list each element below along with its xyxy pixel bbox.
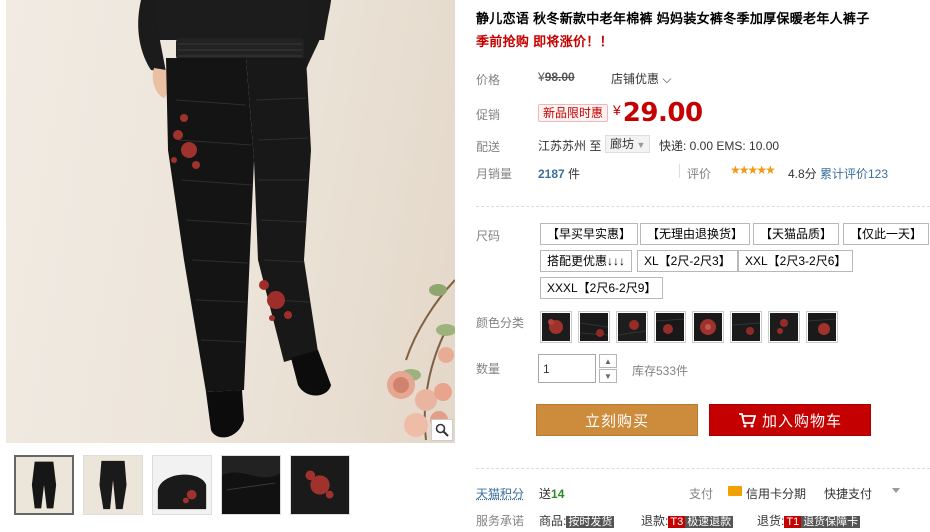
quantity-increase-button[interactable]: ▲	[599, 354, 617, 368]
service-tag: 极速退款	[685, 516, 734, 528]
color-swatch[interactable]	[616, 311, 648, 343]
chevron-down-icon: ⌵	[659, 72, 672, 86]
quantity-input[interactable]	[538, 354, 596, 383]
product-subtitle: 季前抢购 即将涨价！！	[476, 34, 613, 49]
service-tag: 退货保障卡	[801, 516, 861, 528]
divider	[679, 164, 680, 178]
thumbnail-5[interactable]	[290, 455, 350, 515]
buy-now-button[interactable]: 立刻购买	[536, 404, 698, 436]
destination-city: 廊坊	[610, 137, 635, 151]
cart-icon	[738, 413, 756, 428]
shipping-fee: 快递: 0.00 EMS: 10.00	[659, 139, 780, 153]
destination-selector[interactable]: 廊坊 ▼	[605, 135, 651, 153]
credit-card-icon	[728, 486, 742, 496]
service-prefix: 退款:	[641, 514, 669, 528]
thumbnail-1[interactable]	[14, 455, 74, 515]
points-prefix: 送	[539, 487, 552, 501]
size-label: 尺码	[476, 229, 501, 243]
add-to-cart-label: 加入购物车	[761, 412, 842, 430]
original-price-value: 98.00	[544, 70, 575, 84]
color-label: 颜色分类	[476, 316, 525, 330]
review-count-link[interactable]: 累计评价123	[820, 165, 888, 182]
quantity-label: 数量	[476, 362, 501, 376]
service-item[interactable]: 退货: T1 退货保障卡	[757, 512, 861, 529]
size-option[interactable]: 【天猫品质】	[753, 223, 840, 245]
add-to-cart-button[interactable]: 加入购物车	[709, 404, 871, 436]
quantity-decrease-button[interactable]: ▼	[599, 369, 617, 383]
thumbnail-strip	[14, 455, 350, 515]
service-code: T3	[668, 516, 686, 528]
size-option[interactable]: 【无理由退换货】	[640, 223, 751, 245]
size-option[interactable]: 【早买早实惠】	[540, 223, 639, 245]
color-swatch[interactable]	[806, 311, 838, 343]
chevron-down-icon: ▼	[604, 371, 612, 381]
shop-discount-dropdown[interactable]: 店铺优惠 ⌵	[611, 70, 671, 87]
size-option[interactable]: XXXL【2尺6-2尺9】	[540, 277, 664, 299]
ship-from: 江苏苏州 至	[538, 137, 601, 154]
color-swatch[interactable]	[578, 311, 610, 343]
ship-to-word: 至	[589, 139, 602, 153]
zoom-button[interactable]	[431, 419, 453, 441]
credit-card-installment[interactable]: 信用卡分期	[746, 485, 806, 502]
shop-discount-label: 店铺优惠	[611, 72, 660, 86]
color-swatch[interactable]	[768, 311, 800, 343]
size-option[interactable]: XXL【2尺3-2尺6】	[738, 250, 854, 272]
tmall-points-link[interactable]: 天猫积分	[476, 485, 524, 502]
ship-from-city: 江苏苏州	[538, 139, 587, 153]
section-divider	[476, 206, 930, 207]
thumbnail-4[interactable]	[221, 455, 281, 515]
color-swatch[interactable]	[654, 311, 686, 343]
caret-down-icon[interactable]	[892, 488, 900, 493]
main-product-photo[interactable]	[6, 0, 455, 443]
product-title: 静儿恋语 秋冬新款中老年棉裤 妈妈装女裤冬季加厚保暖老年人裤子	[476, 11, 870, 26]
rating-value: 4.8分	[788, 167, 817, 181]
size-option[interactable]: 【仅此一天】	[843, 223, 930, 245]
product-info-panel: 静儿恋语 秋冬新款中老年棉裤 妈妈装女裤冬季加厚保暖老年人裤子 季前抢购 即将涨…	[476, 0, 930, 532]
promo-price: ¥29.00	[613, 98, 703, 128]
color-swatch[interactable]	[540, 311, 572, 343]
payment-label: 支付	[689, 487, 714, 501]
shipping-label: 配送	[476, 140, 501, 154]
product-gallery	[0, 0, 458, 532]
promo-tag: 新品限时惠	[538, 104, 609, 122]
color-swatch[interactable]	[730, 311, 762, 343]
service-tag: 按时发货	[566, 516, 615, 528]
points-value: 送14	[539, 485, 564, 502]
size-option[interactable]: 搭配更优惠↓↓↓	[540, 250, 633, 272]
service-prefix: 商品:	[539, 514, 567, 528]
monthly-sales-unit: 件	[568, 167, 581, 181]
size-option[interactable]: XL【2尺-2尺3】	[637, 250, 738, 272]
monthly-sales: 2187 件	[538, 165, 580, 182]
service-code: T1	[784, 516, 802, 528]
thumbnail-3[interactable]	[152, 455, 212, 515]
chevron-up-icon: ▲	[604, 356, 612, 366]
color-swatch[interactable]	[692, 311, 724, 343]
service-prefix: 退货:	[757, 514, 785, 528]
promo-currency: ¥	[613, 102, 621, 118]
monthly-sales-label: 月销量	[476, 167, 513, 181]
promo-label: 促销	[476, 108, 501, 122]
service-item[interactable]: 商品: 按时发货	[539, 512, 615, 529]
thumbnail-2[interactable]	[83, 455, 143, 515]
service-label: 服务承诺	[476, 514, 525, 528]
magnifier-icon	[435, 423, 449, 437]
original-price: ¥98.00	[538, 70, 575, 84]
promo-price-value: 29.00	[622, 98, 703, 128]
price-label: 价格	[476, 73, 501, 87]
points-amount: 14	[551, 487, 565, 501]
rating-label: 评价	[687, 167, 712, 181]
monthly-sales-count: 2187	[538, 167, 565, 181]
section-divider	[476, 468, 930, 469]
currency-symbol: ¥	[538, 70, 545, 84]
stock-count: 库存533件	[632, 364, 689, 378]
rating-stars-icon: ★★★★★	[730, 163, 776, 177]
service-item[interactable]: 退款: T3 极速退款	[641, 512, 734, 529]
quick-pay[interactable]: 快捷支付	[824, 485, 872, 502]
caret-down-icon: ▼	[634, 140, 646, 150]
